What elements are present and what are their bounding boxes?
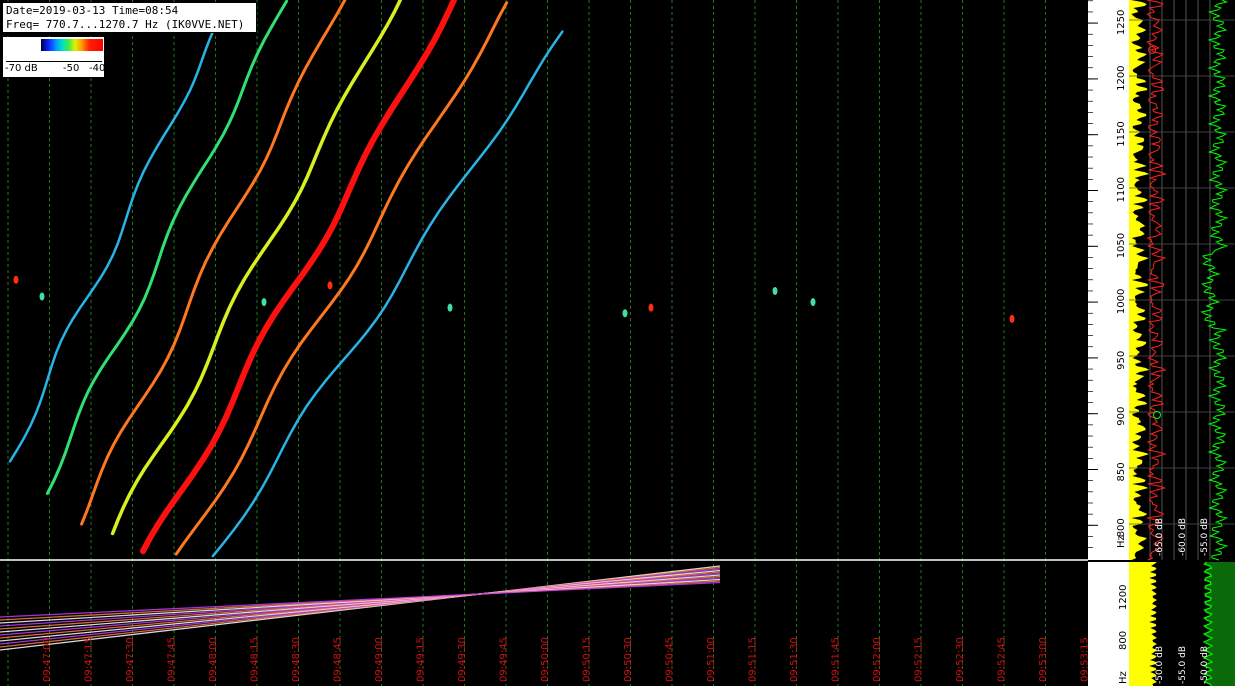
time-tick-label: 09:53:00: [1038, 637, 1049, 682]
time-tick-label: 09:47:00: [42, 637, 53, 682]
freq-tick-label: 1200: [1116, 65, 1127, 90]
time-tick-label: 09:49:45: [499, 637, 510, 682]
time-tick-label: 09:50:45: [665, 637, 676, 682]
dot-signal: [39, 292, 45, 301]
dot-signal: [622, 309, 628, 318]
waterfall-display: 09:47:00 09:47:15 09:47:30 09:47:45 09:48:00…: [0, 0, 1235, 686]
freq-unit-label: Hz: [1118, 671, 1129, 684]
time-tick-label: 09:50:15: [582, 637, 593, 682]
spectrum-fill-yellow: [1129, 562, 1157, 686]
time-tick-label: 09:51:00: [706, 637, 717, 682]
dot-signal: [13, 275, 19, 284]
dot-signal: [327, 281, 333, 290]
time-tick-label: 09:48:00: [208, 637, 219, 682]
dot-signal: [447, 303, 453, 312]
legend-label-max: -40: [89, 63, 106, 74]
dot-signal: [261, 298, 267, 307]
freq-tick-label: 1250: [1116, 10, 1127, 35]
db-tick-label: -55.0 dB: [1178, 646, 1188, 684]
time-tick-label: 09:48:45: [333, 637, 344, 682]
db-tick-label: -50.0 dB: [1200, 646, 1210, 684]
time-tick-label: 09:47:45: [167, 637, 178, 682]
time-tick-label: 09:49:30: [457, 637, 468, 682]
dot-signal: [810, 298, 816, 307]
db-tick-label: -55.0 dB: [1200, 518, 1210, 556]
db-tick-label: -60.0 dB: [1178, 518, 1188, 556]
freq-tick-label: 1050: [1116, 233, 1127, 258]
time-tick-label: 09:51:30: [789, 637, 800, 682]
time-tick-label: 09:48:30: [291, 637, 302, 682]
time-tick-label: 09:52:15: [914, 637, 925, 682]
dot-signal: [1009, 314, 1015, 323]
freq-tick-label: 1100: [1116, 177, 1127, 202]
color-scale-ticks: [6, 53, 102, 62]
color-scale-bar: [41, 39, 103, 51]
time-tick-label: 09:51:15: [748, 637, 759, 682]
time-tick-label: 09:48:15: [250, 637, 261, 682]
time-tick-label: 09:50:00: [540, 637, 551, 682]
db-tick-label: -50.0 dB: [1155, 646, 1165, 684]
dot-signal: [772, 286, 778, 295]
frequency-range-label: Freq= 770.7...1270.7 Hz (IK0VVE.NET): [6, 18, 245, 31]
time-tick-label: 09:50:30: [623, 637, 634, 682]
date-time-label: Date=2019-03-13 Time=08:54: [6, 4, 179, 17]
time-tick-label: 09:52:30: [955, 637, 966, 682]
time-tick-label: 09:49:15: [416, 637, 427, 682]
time-tick-label: 09:47:30: [125, 637, 136, 682]
legend-label-mid: -50: [63, 63, 80, 74]
time-tick-label: 09:47:15: [84, 637, 95, 682]
color-scale-legend: -70 dB -50 -40: [3, 37, 106, 77]
time-tick-label: 09:51:45: [831, 637, 842, 682]
freq-tick-label: 800: [1118, 631, 1129, 650]
freq-tick-label: 1150: [1116, 121, 1127, 146]
freq-unit-label: Hz: [1116, 535, 1127, 548]
time-tick-label: 09:52:00: [872, 637, 883, 682]
freq-tick-label: 1200: [1118, 585, 1129, 610]
time-tick-label: 09:49:00: [374, 637, 385, 682]
info-box: Date=2019-03-13 Time=08:54 Freq= 770.7...…: [2, 2, 257, 33]
legend-label-min: -70 dB: [5, 63, 38, 74]
freq-axis-panel-bottom: [1088, 562, 1129, 686]
freq-tick-label: 950: [1116, 351, 1127, 370]
freq-tick-label: 800: [1116, 518, 1127, 537]
freq-tick-label: 900: [1116, 407, 1127, 426]
freq-tick-label: 850: [1116, 462, 1127, 481]
time-tick-label: 09:52:45: [997, 637, 1008, 682]
db-tick-label: -65.0 dB: [1155, 518, 1165, 556]
freq-tick-label: 1000: [1116, 289, 1127, 314]
dot-signal: [648, 303, 654, 312]
